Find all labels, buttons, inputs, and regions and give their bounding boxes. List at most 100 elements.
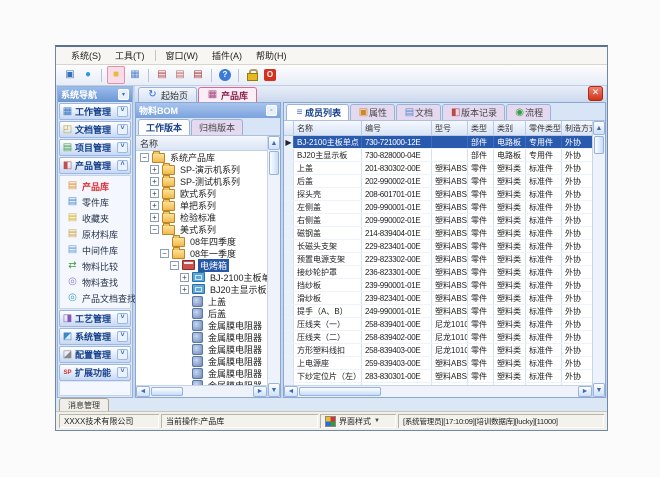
table-row[interactable]: BJ20主显示板730-828000-04E部件电路板专用件外协颗 (284, 149, 592, 162)
table-header-cell[interactable]: 名称 (294, 121, 362, 135)
table-row[interactable]: ▶BJ-2100主板单点730-721000-12E部件电路板专用件外协颗 (284, 136, 592, 149)
monitor-button[interactable]: ▣ (62, 67, 78, 83)
table-row[interactable]: 左侧盖209-990001-01E塑料ABS零件塑料类标准件外协条 (284, 201, 592, 214)
message-management-tab[interactable]: 消息管理 (59, 398, 109, 411)
table-row[interactable]: 提手（A、B）249-990001-01E塑料ABS零件塑料类标准件外协条 (284, 305, 592, 318)
table-header-cell[interactable]: 零件类型 (526, 121, 562, 135)
tree-item[interactable]: +BJ-2100主板单点 (136, 271, 267, 283)
report-del-button[interactable]: ▤ (190, 67, 206, 83)
group-work-management[interactable]: ▦工作管理˅ (59, 103, 131, 120)
tree-expander-plus[interactable]: + (150, 177, 159, 186)
item-product-doc-search[interactable]: ◎产品文档查找 (60, 290, 130, 306)
tree-column-header[interactable]: 名称 (136, 136, 267, 151)
scroll-down-button[interactable]: ▼ (268, 383, 280, 397)
table-row[interactable]: 方形塑料线扣258-839403-00E尼龙1010零件塑料类标准件外协条 (284, 344, 592, 357)
table-row[interactable]: 挡纱板239-990001-01E塑料ABS零件塑料类标准件外协条 (284, 279, 592, 292)
chevron-down-icon[interactable]: ˅ (117, 142, 128, 153)
chevron-down-icon[interactable]: ˅ (117, 331, 128, 342)
table-row[interactable]: 压线夹（一）258-839401-00E尼龙1010零件塑料类标准件外协条 (284, 318, 592, 331)
scroll-down-button[interactable]: ▼ (593, 383, 605, 397)
table-row[interactable]: 右侧盖209-990002-01E塑料ABS零件塑料类标准件外协条 (284, 214, 592, 227)
table-row[interactable]: 后盖202-990002-01E塑料ABS零件塑料类标准件外协条 (284, 175, 592, 188)
table-row[interactable]: 滑纱板239-823401-00E塑料ABS零件塑料类标准件外协条 (284, 292, 592, 305)
scroll-thumb[interactable] (299, 387, 381, 396)
group-project-management[interactable]: ▤项目管理˅ (59, 139, 131, 156)
exit-button[interactable]: O (262, 67, 278, 83)
scroll-left-button[interactable]: ◄ (136, 386, 150, 397)
table-row[interactable]: 上盖201-830302-00E塑料ABS零件塑料类标准件外协条 (284, 162, 592, 175)
tree-expander-plus[interactable]: + (150, 165, 159, 174)
tree-item[interactable]: 08年四季度 (136, 235, 267, 247)
item-parts-library[interactable]: ▤零件库 (60, 194, 130, 210)
tree-item[interactable]: 金属膜电阻器 (136, 331, 267, 343)
group-document-management[interactable]: ◰文档管理˅ (59, 121, 131, 138)
scroll-thumb[interactable] (151, 387, 183, 396)
item-intermediate-library[interactable]: ▤中间件库 (60, 242, 130, 258)
tree-vertical-scrollbar[interactable]: ▲ ▼ (267, 136, 280, 397)
tree-expander-plus[interactable]: + (150, 201, 159, 210)
sidebar-menu-button[interactable]: ▾ (118, 89, 129, 100)
menu-item[interactable]: 插件(A) (205, 48, 249, 63)
tree-item[interactable]: +欧式系列 (136, 187, 267, 199)
table-row[interactable]: 下纱定位片（左）283-830301-00E塑料ABS零件塑料类标准件外协条 (284, 370, 592, 383)
tree-item[interactable]: +单把系列 (136, 199, 267, 211)
scroll-up-button[interactable]: ▲ (593, 121, 605, 135)
tree-item[interactable]: −美式系列 (136, 223, 267, 235)
tree-item[interactable]: +SP-测试机系列 (136, 175, 267, 187)
tree-item[interactable]: 金属膜电阻器 (136, 319, 267, 331)
scroll-left-button[interactable]: ◄ (284, 386, 298, 397)
ui-style-dropdown[interactable]: 界面样式 ▼ (320, 414, 396, 428)
item-raw-material-library[interactable]: ▤原材料库 (60, 226, 130, 242)
tab-member-list[interactable]: ≡成员列表 (286, 104, 349, 120)
table-row[interactable]: 上电源座259-839403-00E塑料ABS零件塑料类标准件外协条 (284, 357, 592, 370)
menu-item[interactable]: 系统(S) (64, 48, 108, 63)
group-config-management[interactable]: ◪配置管理˅ (59, 346, 131, 363)
scroll-thumb[interactable] (269, 151, 279, 175)
tab-workflow[interactable]: ◉流程 (506, 104, 551, 120)
menu-item[interactable]: 帮助(H) (249, 48, 294, 63)
help-button[interactable]: ? (217, 67, 233, 83)
tree-item[interactable]: +BJ20主显示板 (136, 283, 267, 295)
table-header-cell[interactable]: 编号 (362, 121, 432, 135)
close-button[interactable]: ✕ (588, 86, 603, 101)
tree-item[interactable]: −电烤箱 (136, 259, 267, 271)
bom-pin-button[interactable]: ▫ (266, 105, 277, 116)
tree-item[interactable]: −系统产品库 (136, 151, 267, 163)
tree-expander-plus[interactable]: + (180, 273, 189, 282)
tree-item[interactable]: 金属膜电阻器 (136, 367, 267, 379)
tab-working-version[interactable]: 工作版本 (138, 119, 190, 135)
tree-item[interactable]: 上盖 (136, 295, 267, 307)
tab-properties[interactable]: ▣属性 (350, 104, 395, 120)
table-row[interactable]: 磁钢盖214-839404-01E塑料ABS零件塑料类标准件外协条 (284, 227, 592, 240)
tfolder-button[interactable]: ■ (107, 66, 125, 84)
table-row[interactable]: 接纱轮护罩236-823301-00E塑料ABS零件塑料类标准件外协条 (284, 266, 592, 279)
globe-button[interactable]: ● (80, 67, 96, 83)
report-add-button[interactable]: ▤ (154, 67, 170, 83)
chevron-down-icon[interactable]: ˅ (117, 349, 128, 360)
chevron-down-icon[interactable]: ˅ (117, 313, 128, 324)
grid2-button[interactable]: ▦ (127, 67, 143, 83)
item-favorites[interactable]: ▤收藏夹 (60, 210, 130, 226)
group-process-management[interactable]: ◨工艺管理˅ (59, 310, 131, 327)
lock-button[interactable] (244, 67, 260, 83)
tree-item[interactable]: 金属膜电阻器 (136, 343, 267, 355)
chevron-down-icon[interactable]: ˅ (117, 367, 128, 378)
tree-expander-minus[interactable]: − (160, 249, 169, 258)
tree-expander-minus[interactable]: − (170, 261, 179, 270)
tree-expander-plus[interactable]: + (150, 213, 159, 222)
tree-expander-minus[interactable]: − (140, 153, 149, 162)
item-material-search[interactable]: ◎物料查找 (60, 274, 130, 290)
tree-expander-plus[interactable]: + (180, 285, 189, 294)
table-header-cell[interactable]: 型号 (432, 121, 468, 135)
tree-item[interactable]: 后盖 (136, 307, 267, 319)
scroll-right-button[interactable]: ► (253, 386, 267, 397)
menu-item[interactable]: 窗口(W) (159, 48, 206, 63)
group-product-management[interactable]: ◧产品管理˄ (59, 157, 131, 174)
table-header-cell[interactable]: 类别 (494, 121, 526, 135)
tree-horizontal-scrollbar[interactable]: ◄ ► (136, 385, 267, 397)
report-view-button[interactable]: ▤ (172, 67, 188, 83)
tab-archived-version[interactable]: 归档版本 (191, 119, 243, 135)
table-row[interactable]: 压线夹（二）258-839402-00E尼龙1010零件塑料类标准件外协条 (284, 331, 592, 344)
tree-expander-plus[interactable]: + (150, 189, 159, 198)
tree-expander-minus[interactable]: − (150, 225, 159, 234)
